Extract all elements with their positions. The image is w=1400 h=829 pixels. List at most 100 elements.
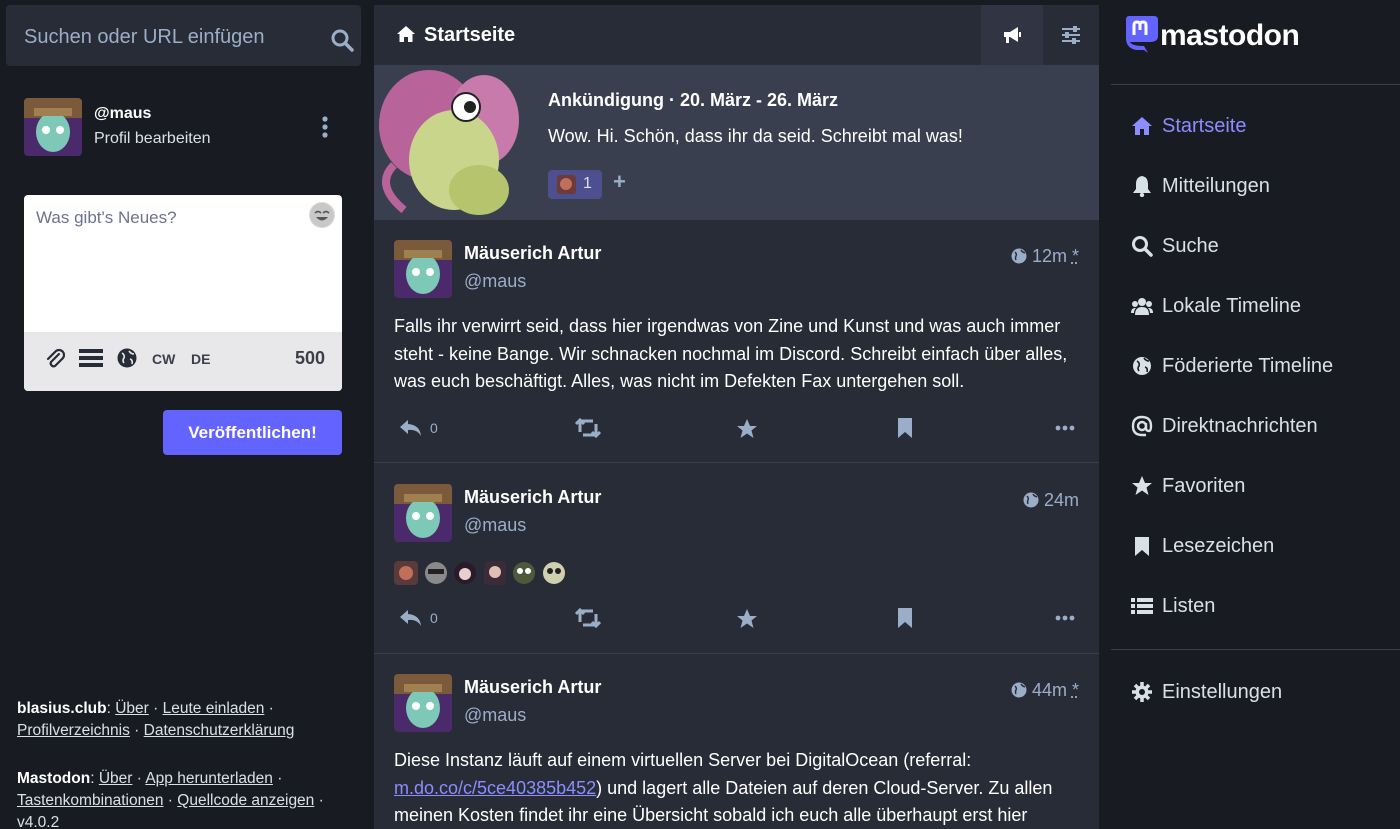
paperclip-icon[interactable] <box>44 348 66 375</box>
bell-icon <box>1131 175 1153 197</box>
mastodon-about-link[interactable]: Über <box>99 770 133 787</box>
app-name: Mastodon <box>17 770 90 787</box>
content-warning-toggle[interactable]: CW <box>152 351 175 367</box>
nav-label: Favoriten <box>1162 475 1245 498</box>
edited-marker[interactable]: * <box>1072 680 1079 700</box>
retweet-icon <box>575 608 601 628</box>
display-name[interactable]: Mäuserich Artur <box>464 677 601 698</box>
nav-federated-timeline[interactable]: Föderierte Timeline <box>1131 346 1391 386</box>
bookmark-icon <box>896 608 914 628</box>
privacy-link[interactable]: Datenschutzerklärung <box>144 722 295 739</box>
version: v4.0.2 <box>17 814 59 829</box>
more-options-button[interactable] <box>1055 608 1075 638</box>
nav-label: Föderierte Timeline <box>1162 355 1333 378</box>
compose-form: Was gibt's Neues? CW DE 500 <box>24 195 342 391</box>
status-content: Diese Instanz läuft auf einem virtuellen… <box>394 747 1084 829</box>
get-app-link[interactable]: App herunterladen <box>145 770 273 787</box>
status-content: Falls ihr verwirrt seid, dass hier irgen… <box>394 313 1084 396</box>
announcements-button[interactable] <box>981 5 1043 65</box>
status-timestamp[interactable]: 12m * <box>1011 246 1079 267</box>
account-info: @maus Profil bearbeiten <box>24 98 344 158</box>
gear-icon <box>1131 681 1153 703</box>
search-icon <box>1131 235 1153 257</box>
divider <box>1111 649 1400 650</box>
globe-icon <box>1011 248 1027 264</box>
shortcuts-link[interactable]: Tastenkombinationen <box>17 792 164 809</box>
more-options-button[interactable] <box>1055 418 1075 448</box>
users-icon <box>1131 295 1153 317</box>
search-input[interactable]: Suchen oder URL einfügen <box>24 26 265 49</box>
search-icon[interactable] <box>330 28 354 52</box>
add-reaction-icon[interactable]: + <box>613 169 626 195</box>
mastodon-logo[interactable]: mastodon <box>1124 14 1299 54</box>
content-text: Diese Instanz läuft auf einem virtuellen… <box>394 750 971 770</box>
status-avatar[interactable] <box>394 240 452 298</box>
globe-icon <box>1023 492 1039 508</box>
account-handle[interactable]: @maus <box>464 515 526 536</box>
custom-emoji-icon <box>425 562 447 584</box>
nav-lists[interactable]: Listen <box>1131 586 1391 626</box>
status-avatar[interactable] <box>394 484 452 542</box>
status-item[interactable]: Mäuserich Artur @maus 24m 0 <box>374 464 1099 654</box>
nav-label: Lesezeichen <box>1162 535 1274 558</box>
brand-name: mastodon <box>1160 19 1299 52</box>
status-timestamp[interactable]: 24m <box>1023 490 1079 511</box>
bookmark-button[interactable] <box>896 608 914 638</box>
compose-textarea[interactable]: Was gibt's Neues? <box>36 208 177 228</box>
mastodon-icon <box>1124 14 1160 54</box>
reaction-button[interactable]: 1 <box>548 170 602 199</box>
poll-icon[interactable] <box>79 348 103 373</box>
emoji-picker-icon[interactable] <box>309 202 335 228</box>
status-item[interactable]: Mäuserich Artur @maus 12m * Falls ihr ve… <box>374 220 1099 463</box>
source-code-link[interactable]: Quellcode anzeigen <box>177 792 314 809</box>
edited-marker[interactable]: * <box>1072 246 1079 266</box>
reaction-count: 1 <box>583 175 592 193</box>
boost-button[interactable] <box>575 608 601 638</box>
edit-profile-link[interactable]: Profil bearbeiten <box>94 130 211 148</box>
reply-button[interactable]: 0 <box>399 608 423 638</box>
globe-icon[interactable] <box>117 348 137 373</box>
column-title[interactable]: Startseite <box>424 24 515 47</box>
more-vertical-icon[interactable] <box>321 116 329 138</box>
referral-link[interactable]: m.do.co/c/5ce40385b452 <box>394 778 596 798</box>
favourite-button[interactable] <box>736 608 758 638</box>
nav-label: Einstellungen <box>1162 681 1282 704</box>
nav-favourites[interactable]: Favoriten <box>1131 466 1391 506</box>
display-name[interactable]: Mäuserich Artur <box>464 487 601 508</box>
nav-local-timeline[interactable]: Lokale Timeline <box>1131 286 1391 326</box>
search-box[interactable]: Suchen oder URL einfügen <box>6 5 361 66</box>
nav-search[interactable]: Suche <box>1131 226 1391 266</box>
home-icon <box>1131 115 1153 137</box>
nav-home[interactable]: Startseite <box>1131 106 1391 146</box>
nav-settings[interactable]: Einstellungen <box>1131 672 1391 712</box>
more-horizontal-icon <box>1055 608 1075 628</box>
home-column: Startseite Ankündigung · 20. März - 26. … <box>374 5 1099 829</box>
avatar[interactable] <box>24 98 82 156</box>
relative-time: 24m <box>1044 490 1079 510</box>
more-horizontal-icon <box>1055 418 1075 438</box>
reply-icon <box>399 418 423 438</box>
reply-button[interactable]: 0 <box>399 418 423 448</box>
column-settings-button[interactable] <box>1043 5 1099 65</box>
account-handle[interactable]: @maus <box>464 271 526 292</box>
invite-link[interactable]: Leute einladen <box>163 700 265 717</box>
account-handle[interactable]: @maus <box>464 705 526 726</box>
nav-notifications[interactable]: Mitteilungen <box>1131 166 1391 206</box>
status-timestamp[interactable]: 44m * <box>1011 680 1079 701</box>
status-item[interactable]: Mäuserich Artur @maus 44m * Diese Instan… <box>374 654 1099 829</box>
nav-bookmarks[interactable]: Lesezeichen <box>1131 526 1391 566</box>
language-selector[interactable]: DE <box>191 351 210 367</box>
mascot-illustration <box>374 65 524 220</box>
bookmark-button[interactable] <box>896 418 914 448</box>
column-header: Startseite <box>374 5 1099 65</box>
display-name[interactable]: Mäuserich Artur <box>464 243 601 264</box>
account-handle[interactable]: @maus <box>94 105 151 123</box>
nav-direct-messages[interactable]: Direktnachrichten <box>1131 406 1391 446</box>
status-avatar[interactable] <box>394 674 452 732</box>
favourite-button[interactable] <box>736 418 758 448</box>
publish-button[interactable]: Veröffentlichen! <box>163 410 342 455</box>
server-name: blasius.club <box>17 700 107 717</box>
server-about-link[interactable]: Über <box>115 700 149 717</box>
boost-button[interactable] <box>575 418 601 448</box>
directory-link[interactable]: Profilverzeichnis <box>17 722 130 739</box>
